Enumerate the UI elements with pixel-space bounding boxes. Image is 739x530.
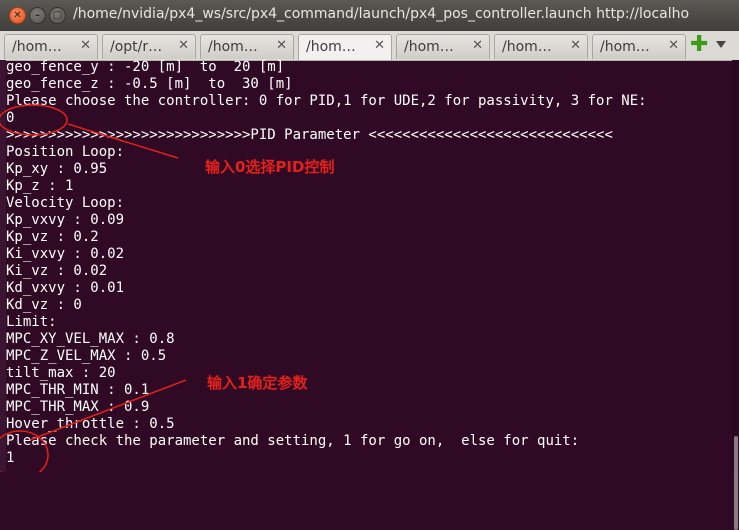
window-minimize-button[interactable]: – (29, 7, 46, 24)
tab-list-icon[interactable] (716, 41, 726, 48)
terminal-line: MPC_XY_VEL_MAX : 0.8 (6, 331, 175, 347)
annotation-note-1: 输入0选择PID控制 (205, 158, 335, 176)
terminal-scrollbar[interactable] (732, 60, 739, 530)
tab-label: /hom… (600, 39, 650, 55)
tab-label: /hom… (502, 39, 552, 55)
tab-close-icon[interactable]: ✕ (570, 38, 581, 53)
tab-close-icon[interactable]: ✕ (374, 38, 385, 53)
terminal-line: MPC_Z_VEL_MAX : 0.5 (6, 348, 167, 364)
window-close-button[interactable]: ✕ (9, 7, 26, 24)
tab-close-icon[interactable]: ✕ (668, 38, 679, 53)
terminal-line: Hover_throttle : 0.5 (6, 416, 175, 432)
terminal-line: Position Loop: (6, 144, 125, 160)
scrollbar-thumb[interactable] (734, 436, 738, 530)
tab-6[interactable]: /hom… ✕ (494, 34, 588, 59)
terminal-line: >>>>>>>>>>>>>>>>>>>>>>>>>>>>>PID Paramet… (6, 127, 613, 143)
tab-close-icon[interactable]: ✕ (178, 38, 189, 53)
terminal-line: tilt_max : 20 (6, 365, 116, 381)
terminal-line: Ki_vz : 0.02 (6, 263, 108, 279)
terminal-line: Kp_vz : 0.2 (6, 229, 99, 245)
terminal-line: Kp_xy : 0.95 (6, 161, 108, 177)
tab-4-active[interactable]: /hom… ✕ (298, 34, 392, 60)
tab-2[interactable]: /opt/r… ✕ (102, 34, 196, 59)
terminal-line: geo_fence_y : -20 [m] to 20 [m] (6, 60, 285, 75)
tab-close-icon[interactable]: ✕ (80, 38, 91, 53)
terminal-line: Kp_z : 1 (6, 178, 74, 194)
terminal-line: Please choose the controller: 0 for PID,… (6, 93, 647, 109)
tab-3[interactable]: /hom… ✕ (200, 34, 294, 59)
terminal-line: Please check the parameter and setting, … (6, 433, 580, 449)
tab-5[interactable]: /hom… ✕ (396, 34, 490, 59)
tab-close-icon[interactable]: ✕ (472, 38, 483, 53)
tab-label: /hom… (306, 39, 356, 55)
terminal-line: Ki_vxvy : 0.02 (6, 246, 125, 262)
tab-7[interactable]: /hom… ✕ (592, 34, 686, 59)
terminal-line: 0 (6, 110, 15, 126)
annotation-note-2: 输入1确定参数 (207, 374, 308, 392)
terminal-line: Velocity Loop: (6, 195, 125, 211)
window-title: /home/nvidia/px4_ws/src/px4_command/laun… (73, 6, 690, 22)
terminal-line: Kp_vxvy : 0.09 (6, 212, 125, 228)
tab-label: /opt/r… (110, 39, 163, 55)
terminal-line: Limit: (6, 314, 57, 330)
terminal-line: MPC_THR_MAX : 0.9 (6, 399, 150, 415)
terminal-line: MPC_THR_MIN : 0.1 (6, 382, 150, 398)
terminal-line: Kd_vz : 0 (6, 297, 82, 313)
new-tab-plus-icon[interactable]: ✚ (690, 34, 708, 56)
window-title-bar: ✕ – □ /home/nvidia/px4_ws/src/px4_comman… (0, 0, 739, 32)
tab-1[interactable]: /hom… ✕ (4, 34, 98, 59)
tab-label: /hom… (12, 39, 62, 55)
terminal-output[interactable]: geo_fence_y : -20 [m] to 20 [m] geo_fenc… (0, 60, 732, 472)
terminal-line: 1 (6, 450, 15, 466)
window-maximize-button[interactable]: □ (49, 7, 66, 24)
terminal-line: geo_fence_z : -0.5 [m] to 30 [m] (6, 76, 293, 92)
tab-label: /hom… (208, 39, 258, 55)
tab-bar: /hom… ✕ /opt/r… ✕ /hom… ✕ /hom… ✕ /hom… … (0, 31, 739, 61)
tab-label: /hom… (404, 39, 454, 55)
terminal-line: Kd_vxvy : 0.01 (6, 280, 125, 296)
tab-close-icon[interactable]: ✕ (276, 38, 287, 53)
